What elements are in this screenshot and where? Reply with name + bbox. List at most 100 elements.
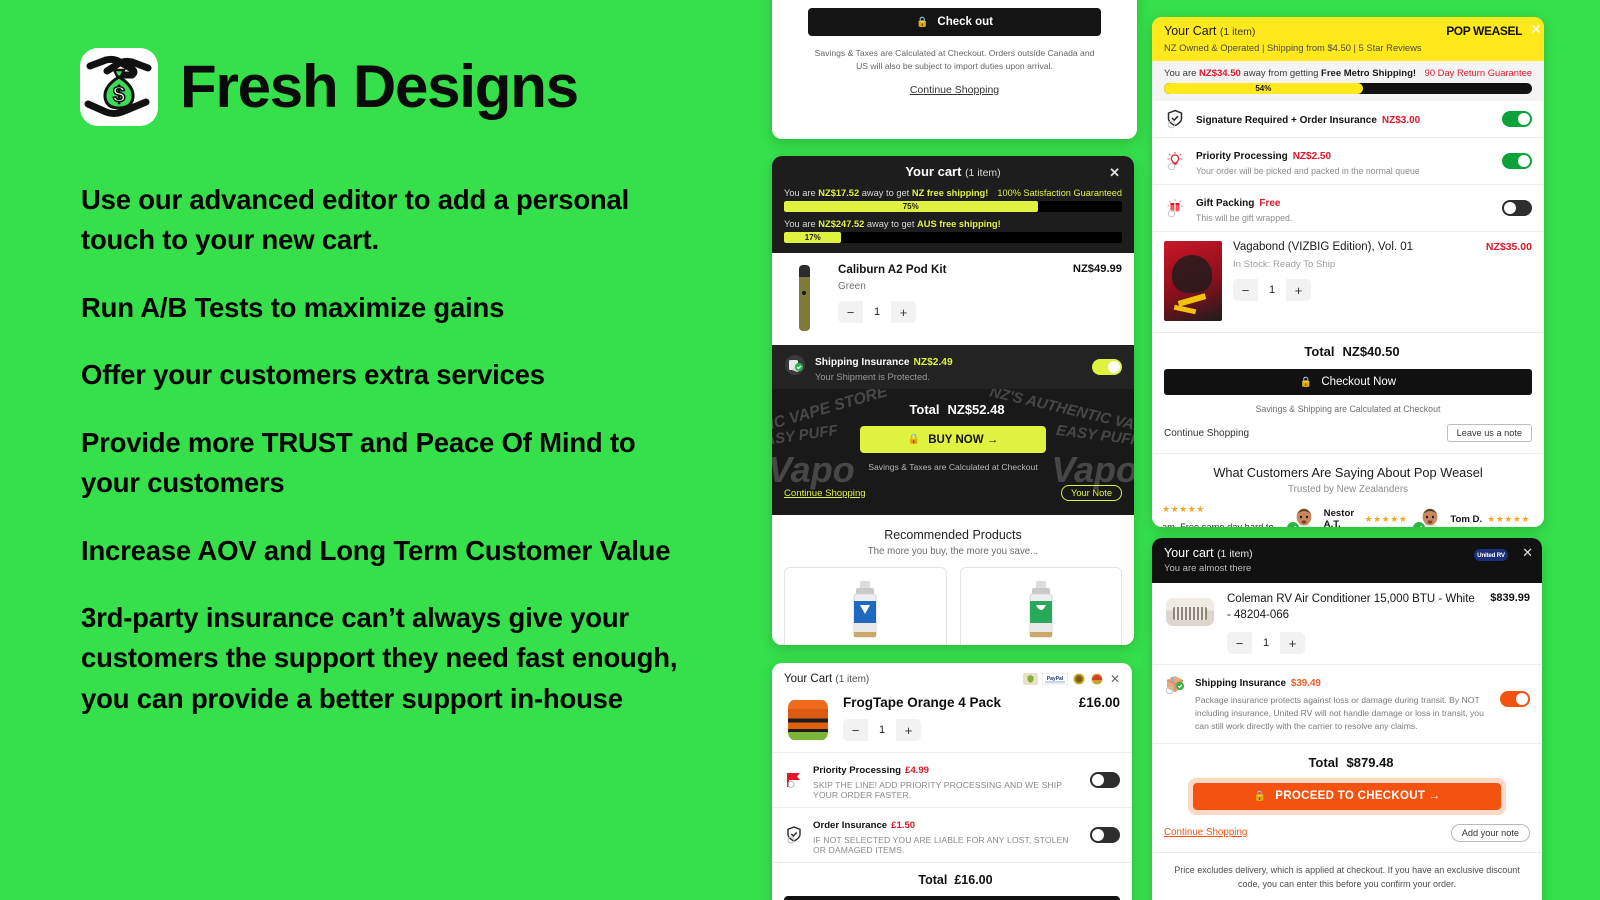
nz-shipping-row: You are NZ$17.52 away to get NZ free shi… xyxy=(784,188,1122,198)
lock-icon: 🔒 xyxy=(1253,790,1267,802)
gift-packing-toggle[interactable] xyxy=(1502,200,1532,216)
cart-line-item: Vagabond (VIZBIG Edition), Vol. 01 In St… xyxy=(1152,232,1544,332)
close-icon[interactable]: ✕ xyxy=(1530,21,1542,38)
review-header: ★★★★★ xyxy=(1162,504,1281,515)
card-d-header: Your Cart (1 item) NZ Owned & Operated |… xyxy=(1152,17,1544,61)
support-badge-icon xyxy=(1091,673,1103,685)
buy-now-button[interactable]: 🔒 BUY NOW → xyxy=(860,426,1046,453)
your-note-button[interactable]: Your Note xyxy=(1060,485,1122,501)
order-insurance-toggle[interactable] xyxy=(1090,827,1120,843)
insurance-label: Shipping Insurance NZ$2.49 xyxy=(815,357,953,368)
leave-note-button[interactable]: Leave us a note xyxy=(1446,424,1532,442)
close-icon[interactable]: ✕ xyxy=(1522,545,1533,561)
product-name: Caliburn A2 Pod Kit xyxy=(838,263,947,276)
quantity-stepper[interactable]: − 1 + xyxy=(838,301,916,323)
card-e-header: Your cart (1 item) You are almost there … xyxy=(1152,538,1542,583)
decrease-quantity-button[interactable]: − xyxy=(1233,279,1258,301)
cart-card-pop-weasel: Your Cart (1 item) NZ Owned & Operated |… xyxy=(1152,17,1544,527)
continue-shopping-link[interactable]: Continue Shopping xyxy=(1164,428,1249,439)
review-author: Nestor A.T. xyxy=(1323,508,1355,527)
recommended-grid: Boss Blend Tobacco E-liquid 30ml NZ$24.9… xyxy=(784,567,1122,645)
checkout-button[interactable]: 🔒 Proceed to Checkout xyxy=(784,896,1120,900)
checkout-button-wrapper: 🔒 PROCEED TO CHECKOUT → xyxy=(1188,777,1506,815)
priority-processing-toggle[interactable] xyxy=(1502,153,1532,169)
red-flag-icon xyxy=(784,771,804,789)
insurance-toggle[interactable] xyxy=(1092,359,1122,375)
cart-line-item: Coleman RV Air Conditioner 15,000 BTU - … xyxy=(1152,583,1542,664)
product-variant: Green xyxy=(838,281,866,292)
recommended-product-card[interactable]: Minty Menthol E-liquid 30ml NZ$24.99 xyxy=(959,567,1122,645)
money-bag-in-hands-icon: $ xyxy=(80,48,158,126)
recommended-subtitle: The more you buy, the more you save... xyxy=(867,546,1039,557)
close-icon[interactable]: ✕ xyxy=(1110,672,1120,686)
upsell-signature-insurance: Signature Required + Order Insurance NZ$3… xyxy=(1152,101,1544,138)
proceed-to-checkout-button[interactable]: 🔒 PROCEED TO CHECKOUT → xyxy=(1193,782,1501,810)
poster-canvas: $ Fresh Designs Use our advanced editor … xyxy=(0,0,1600,900)
recommended-title: Recommended Products xyxy=(884,528,1022,542)
shipping-progress-bar: 54% xyxy=(1164,83,1532,94)
svg-text:$: $ xyxy=(113,82,125,107)
checkout-button[interactable]: 🔒 Checkout Now xyxy=(1164,369,1532,395)
quantity-stepper[interactable]: − 1 + xyxy=(1227,632,1305,655)
verified-check-icon xyxy=(1286,522,1299,527)
continue-shopping-link[interactable]: Continue Shopping xyxy=(1164,827,1247,838)
review-item: Nestor A.T. ★★★★★ Love the title. The se… xyxy=(1286,504,1408,527)
decrease-quantity-button[interactable]: − xyxy=(1227,632,1252,654)
product-info: Caliburn A2 Pod Kit Green − 1 + xyxy=(838,263,1061,333)
lock-icon: 🔒 xyxy=(915,16,929,28)
product-info: Coleman RV Air Conditioner 15,000 BTU - … xyxy=(1227,592,1479,655)
upsell-priority-processing: Priority Processing £4.99 SKIP THE LINE! … xyxy=(772,752,1132,807)
decrease-quantity-button[interactable]: − xyxy=(838,301,863,323)
upsell-label: Gift Packing Free xyxy=(1196,198,1281,209)
avatar xyxy=(1413,504,1445,527)
shipping-insurance-toggle[interactable] xyxy=(1500,691,1530,708)
checkout-section: TIC VAPE STORE ASY PUFF Vapo NZ'S AUTHEN… xyxy=(772,389,1134,515)
package-shield-icon xyxy=(784,354,806,381)
upsell-label: Order Insurance £1.50 xyxy=(813,820,916,831)
checkout-fine-print: Savings & Shipping are Calculated at Che… xyxy=(1255,404,1441,414)
recommended-product-card[interactable]: Boss Blend Tobacco E-liquid 30ml NZ$24.9… xyxy=(784,567,947,645)
reviews-title: What Customers Are Saying About Pop Weas… xyxy=(1213,465,1483,480)
review-item: ★★★★★ am, Free same day hard to argue wi… xyxy=(1162,504,1281,527)
cart-card-free-shipping: Nice. You get Free Shipping! *Save up to… xyxy=(772,0,1137,139)
left-marketing-panel: $ Fresh Designs Use our advanced editor … xyxy=(0,0,770,900)
cart-total: Total NZ$40.50 xyxy=(1152,332,1544,369)
decrease-quantity-button[interactable]: − xyxy=(843,719,868,741)
aus-progress-value: 17% xyxy=(784,232,842,243)
lightbulb-icon xyxy=(1164,151,1186,171)
increase-quantity-button[interactable]: + xyxy=(1286,279,1311,301)
quantity-stepper[interactable]: − 1 + xyxy=(1233,279,1311,301)
benefit-item: Offer your customers extra services xyxy=(81,359,545,391)
signature-insurance-toggle[interactable] xyxy=(1502,111,1532,127)
priority-processing-toggle[interactable] xyxy=(1090,772,1120,788)
united-rv-logo: United RV xyxy=(1474,549,1508,561)
continue-shopping-link[interactable]: Continue Shopping xyxy=(786,84,1123,96)
upsell-gift-packing: Gift Packing Free This will be gift wrapp… xyxy=(1152,185,1544,232)
increase-quantity-button[interactable]: + xyxy=(1280,632,1305,654)
page-title: Fresh Designs xyxy=(180,53,579,120)
star-rating: ★★★★★ xyxy=(1364,513,1408,524)
upsell-shipping-insurance: Shipping Insurance $39.49 Package insuran… xyxy=(1152,664,1542,743)
product-thumbnail xyxy=(784,695,832,743)
product-price: NZ$49.99 xyxy=(1072,263,1122,275)
cart-title: Your cart (1 item) ✕ xyxy=(905,164,1120,181)
review-author: Tom D. xyxy=(1450,513,1483,525)
close-icon[interactable]: ✕ xyxy=(1109,165,1120,181)
lock-icon: 🔒 xyxy=(907,434,921,445)
continue-shopping-link[interactable]: Continue Shopping xyxy=(784,488,866,499)
product-price: $839.99 xyxy=(1490,592,1530,604)
product-thumbnail xyxy=(1164,241,1222,321)
add-note-button[interactable]: Add your note xyxy=(1450,823,1530,842)
upsell-desc: Package insurance protects against loss … xyxy=(1195,695,1484,731)
increase-quantity-button[interactable]: + xyxy=(891,301,916,323)
checkout-button-label: Checkout Now xyxy=(1321,376,1397,388)
checkout-fine-print: Price excludes delivery, which is applie… xyxy=(1174,864,1520,890)
quantity-stepper[interactable]: − 1 + xyxy=(843,719,921,741)
checkout-button[interactable]: 🔒 Check out xyxy=(808,8,1101,36)
increase-quantity-button[interactable]: + xyxy=(896,719,921,741)
quantity-value: 1 xyxy=(863,301,891,323)
product-name: Vagabond (VIZBIG Edition), Vol. 01 xyxy=(1233,241,1414,253)
cart-total: Total NZ$52.48 xyxy=(909,402,1005,417)
insurance-sub: Your Shipment is Protected. xyxy=(815,372,930,382)
upsell-label: Signature Required + Order Insurance NZ$3… xyxy=(1196,115,1421,126)
